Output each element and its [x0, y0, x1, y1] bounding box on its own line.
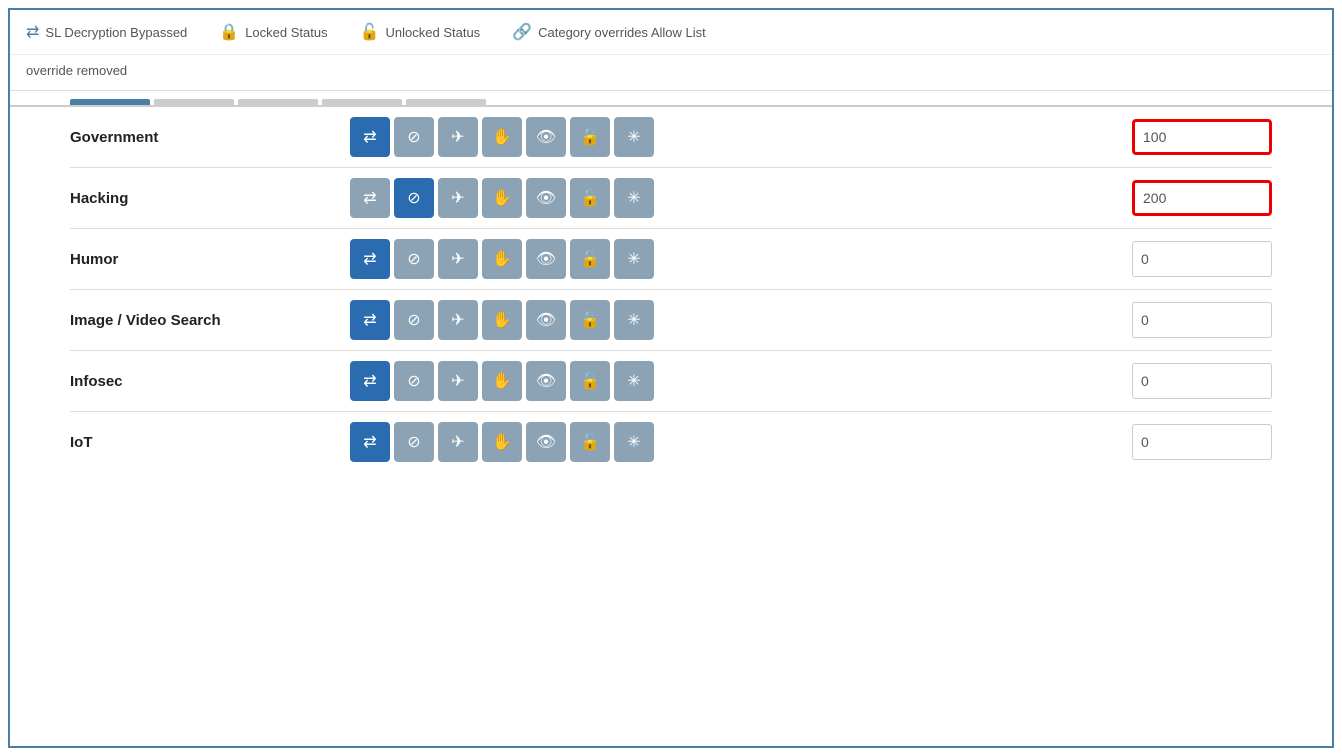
- value-input-2[interactable]: [1132, 241, 1272, 277]
- hand-button-0[interactable]: ✋: [482, 117, 522, 157]
- value-input-0[interactable]: [1132, 119, 1272, 155]
- block-button-3[interactable]: ⊘: [394, 300, 434, 340]
- hand-button-3[interactable]: ✋: [482, 300, 522, 340]
- action-buttons-3: ⇄⊘✈✋👁🔓✳: [350, 300, 1116, 340]
- eye-button-2[interactable]: 👁: [526, 239, 566, 279]
- unlocked-label: Unlocked Status: [386, 25, 481, 40]
- category-name-1: Hacking: [70, 190, 350, 207]
- locked-label: Locked Status: [245, 25, 327, 40]
- value-input-4[interactable]: [1132, 363, 1272, 399]
- airplane-button-4[interactable]: ✈: [438, 361, 478, 401]
- table-row: Hacking⇄⊘✈✋👁🔓✳: [70, 168, 1272, 229]
- tab-inactive-2[interactable]: [238, 99, 318, 105]
- asterisk-button-5[interactable]: ✳: [614, 422, 654, 462]
- legend-bar: ⇄ SL Decryption Bypassed 🔒 Locked Status…: [10, 10, 1332, 55]
- legend-ssl-bypass: ⇄ SL Decryption Bypassed: [26, 22, 187, 42]
- unlock-button-0[interactable]: 🔓: [570, 117, 610, 157]
- ssl-bypass-label: SL Decryption Bypassed: [45, 25, 187, 40]
- transfer-button-2[interactable]: ⇄: [350, 239, 390, 279]
- block-button-5[interactable]: ⊘: [394, 422, 434, 462]
- table-row: Image / Video Search⇄⊘✈✋👁🔓✳: [70, 290, 1272, 351]
- transfer-button-3[interactable]: ⇄: [350, 300, 390, 340]
- unlocked-legend-icon: 🔓: [360, 22, 380, 42]
- eye-button-5[interactable]: 👁: [526, 422, 566, 462]
- unlock-button-3[interactable]: 🔓: [570, 300, 610, 340]
- tab-active[interactable]: [70, 99, 150, 105]
- category-name-3: Image / Video Search: [70, 312, 350, 329]
- override-text-value: override removed: [26, 63, 127, 78]
- eye-button-3[interactable]: 👁: [526, 300, 566, 340]
- unlock-button-4[interactable]: 🔓: [570, 361, 610, 401]
- asterisk-button-4[interactable]: ✳: [614, 361, 654, 401]
- table-row: Humor⇄⊘✈✋👁🔓✳: [70, 229, 1272, 290]
- airplane-button-2[interactable]: ✈: [438, 239, 478, 279]
- action-buttons-4: ⇄⊘✈✋👁🔓✳: [350, 361, 1116, 401]
- unlock-button-5[interactable]: 🔓: [570, 422, 610, 462]
- block-button-4[interactable]: ⊘: [394, 361, 434, 401]
- action-buttons-5: ⇄⊘✈✋👁🔓✳: [350, 422, 1116, 462]
- eye-button-0[interactable]: 👁: [526, 117, 566, 157]
- transfer-button-5[interactable]: ⇄: [350, 422, 390, 462]
- asterisk-button-0[interactable]: ✳: [614, 117, 654, 157]
- transfer-button-4[interactable]: ⇄: [350, 361, 390, 401]
- transfer-button-0[interactable]: ⇄: [350, 117, 390, 157]
- hand-button-1[interactable]: ✋: [482, 178, 522, 218]
- action-buttons-2: ⇄⊘✈✋👁🔓✳: [350, 239, 1116, 279]
- hand-button-5[interactable]: ✋: [482, 422, 522, 462]
- table-row: Government⇄⊘✈✋👁🔓✳: [70, 107, 1272, 168]
- tab-inactive-4[interactable]: [406, 99, 486, 105]
- table-row: Infosec⇄⊘✈✋👁🔓✳: [70, 351, 1272, 412]
- category-name-0: Government: [70, 129, 350, 146]
- legend-locked: 🔒 Locked Status: [219, 22, 327, 42]
- block-button-2[interactable]: ⊘: [394, 239, 434, 279]
- locked-legend-icon: 🔒: [219, 22, 239, 42]
- asterisk-button-3[interactable]: ✳: [614, 300, 654, 340]
- asterisk-button-1[interactable]: ✳: [614, 178, 654, 218]
- airplane-button-1[interactable]: ✈: [438, 178, 478, 218]
- value-input-5[interactable]: [1132, 424, 1272, 460]
- category-name-4: Infosec: [70, 373, 350, 390]
- block-button-1[interactable]: ⊘: [394, 178, 434, 218]
- eye-button-1[interactable]: 👁: [526, 178, 566, 218]
- action-buttons-1: ⇄⊘✈✋👁🔓✳: [350, 178, 1116, 218]
- tab-inactive-1[interactable]: [154, 99, 234, 105]
- hand-button-2[interactable]: ✋: [482, 239, 522, 279]
- unlock-button-2[interactable]: 🔓: [570, 239, 610, 279]
- category-name-5: IoT: [70, 434, 350, 451]
- eye-button-4[interactable]: 👁: [526, 361, 566, 401]
- value-input-1[interactable]: [1132, 180, 1272, 216]
- unlock-button-1[interactable]: 🔓: [570, 178, 610, 218]
- table-row: IoT⇄⊘✈✋👁🔓✳: [70, 412, 1272, 472]
- main-container: ⇄ SL Decryption Bypassed 🔒 Locked Status…: [8, 8, 1334, 748]
- block-button-0[interactable]: ⊘: [394, 117, 434, 157]
- tab-inactive-3[interactable]: [322, 99, 402, 105]
- transfer-legend-icon: ⇄: [26, 22, 39, 42]
- legend-unlocked: 🔓 Unlocked Status: [360, 22, 481, 42]
- hand-button-4[interactable]: ✋: [482, 361, 522, 401]
- override-text: override removed: [10, 55, 1332, 91]
- asterisk-button-2[interactable]: ✳: [614, 239, 654, 279]
- category-table: Government⇄⊘✈✋👁🔓✳Hacking⇄⊘✈✋👁🔓✳Humor⇄⊘✈✋…: [10, 107, 1332, 472]
- airplane-button-0[interactable]: ✈: [438, 117, 478, 157]
- value-input-3[interactable]: [1132, 302, 1272, 338]
- airplane-button-5[interactable]: ✈: [438, 422, 478, 462]
- category-name-2: Humor: [70, 251, 350, 268]
- action-buttons-0: ⇄⊘✈✋👁🔓✳: [350, 117, 1116, 157]
- category-override-legend-icon: 🔗: [512, 22, 532, 42]
- category-override-label: Category overrides Allow List: [538, 25, 706, 40]
- airplane-button-3[interactable]: ✈: [438, 300, 478, 340]
- tabs-area: [10, 91, 1332, 107]
- legend-category-override: 🔗 Category overrides Allow List: [512, 22, 706, 42]
- transfer-button-1[interactable]: ⇄: [350, 178, 390, 218]
